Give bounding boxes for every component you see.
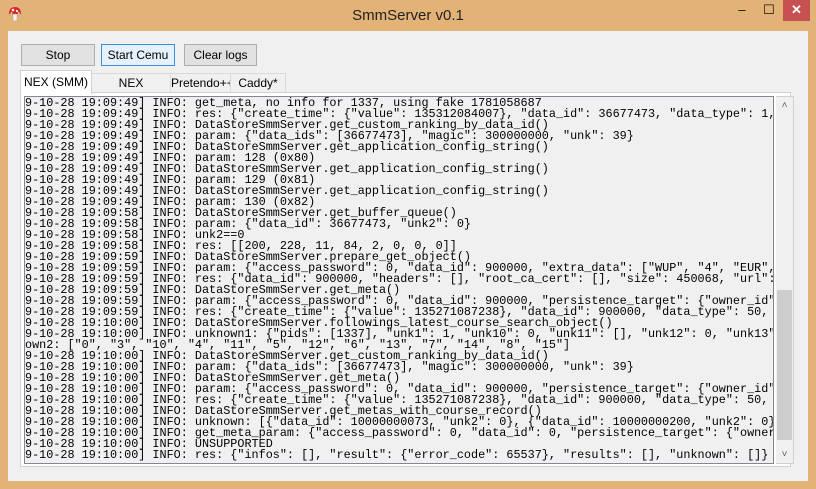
window-title: SmmServer v0.1 <box>352 7 464 24</box>
log-line: 9-10-28 19:10:00] INFO: res: {"infos": [… <box>25 448 769 462</box>
client-area: Stop Start Cemu Clear logs NEX (SMM) NEX… <box>8 31 808 481</box>
clear-logs-button[interactable]: Clear logs <box>184 44 257 66</box>
tab-panel: 9-10-28 19:09:49] INFO: get_meta, no inf… <box>20 92 794 467</box>
title-bar: SmmServer v0.1 – ☐ ✕ <box>0 0 816 31</box>
start-cemu-button[interactable]: Start Cemu <box>101 44 175 66</box>
maximize-button[interactable]: ☐ <box>756 0 782 21</box>
log-textbox[interactable]: 9-10-28 19:09:49] INFO: get_meta, no inf… <box>24 96 774 464</box>
vertical-scrollbar[interactable]: ˄ ˅ <box>776 96 794 464</box>
log-lines: 9-10-28 19:09:49] INFO: get_meta, no inf… <box>25 97 773 462</box>
close-button[interactable]: ✕ <box>783 0 810 21</box>
scrollbar-thumb[interactable] <box>777 290 792 440</box>
tab-nex-friends[interactable]: NEX (Friends)* <box>91 73 171 109</box>
stop-button[interactable]: Stop <box>21 44 95 66</box>
minimize-button[interactable]: – <box>728 0 756 21</box>
tab-nex-smm[interactable]: NEX (SMM) <box>20 70 92 94</box>
scroll-up-icon[interactable]: ˄ <box>776 97 793 114</box>
tab-pretendo[interactable]: Pretendo++* <box>170 73 238 93</box>
scroll-down-icon[interactable]: ˅ <box>776 446 793 463</box>
tab-caddy[interactable]: Caddy* <box>230 73 286 93</box>
